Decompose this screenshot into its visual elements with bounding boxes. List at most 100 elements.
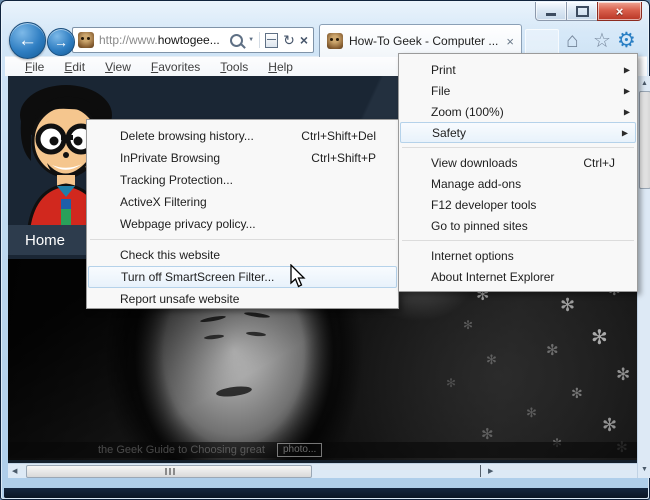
submenu-arrow-icon: ▶ — [621, 128, 628, 137]
compatibility-view-icon[interactable] — [265, 32, 279, 48]
menu-item-check-this-website[interactable]: Check this website — [87, 244, 398, 266]
mouse-cursor — [290, 264, 306, 288]
menu-item-zoom[interactable]: Zoom (100%) ▶ — [399, 101, 637, 122]
menu-item-webpage-privacy-policy[interactable]: Webpage privacy policy... — [87, 213, 398, 235]
submenu-arrow-icon: ▶ — [623, 86, 630, 95]
submenu-arrow-icon: ▶ — [623, 65, 630, 74]
url-prefix: http://www. — [99, 33, 158, 47]
url-text[interactable]: http://www.howtogee... — [99, 33, 220, 47]
bokeh-flower-icon: ✻ — [560, 295, 576, 316]
menubar-view[interactable]: View — [95, 58, 141, 76]
photo-caption-bar: the Geek Guide to Choosing great photo..… — [8, 442, 638, 458]
menu-item-view-downloads[interactable]: View downloads Ctrl+J — [399, 152, 637, 173]
back-arrow-icon: ← — [18, 29, 37, 51]
menu-item-label: Internet options — [431, 248, 514, 263]
menu-item-turn-off-smartscreen-filter[interactable]: Turn off SmartScreen Filter... — [88, 266, 397, 288]
address-bar-controls: ▼ ↻ × — [230, 32, 308, 48]
menu-item-safety[interactable]: Safety ▶ — [400, 122, 636, 143]
tab-favicon — [327, 33, 343, 49]
horizontal-scroll-thumb[interactable] — [26, 465, 312, 478]
window-controls: × — [535, 2, 642, 21]
menubar-edit[interactable]: Edit — [54, 58, 95, 76]
scroll-down-icon[interactable]: ▼ — [641, 466, 648, 473]
menu-item-label: Tracking Protection... — [120, 173, 233, 187]
menu-shortcut: Ctrl+J — [583, 155, 615, 170]
menu-item-tracking-protection[interactable]: Tracking Protection... — [87, 169, 398, 191]
window-bottom-frame — [4, 488, 648, 498]
submenu-arrow-icon: ▶ — [623, 107, 630, 116]
scroll-right-icon[interactable]: ▶ — [488, 468, 493, 475]
menu-item-label: Webpage privacy policy... — [120, 217, 256, 231]
new-tab-button[interactable] — [525, 29, 559, 55]
menubar-favorites[interactable]: Favorites — [141, 58, 210, 76]
photo-detail — [245, 331, 267, 337]
menu-item-internet-options[interactable]: Internet options — [399, 245, 637, 266]
menu-item-label: Check this website — [120, 248, 221, 262]
maximize-icon — [575, 5, 589, 17]
bokeh-flower-icon: ✻ — [602, 415, 618, 436]
vertical-scroll-thumb[interactable] — [639, 91, 650, 189]
photo-caption: the Geek Guide to Choosing great — [98, 444, 265, 456]
tools-gear-icon[interactable]: ⚙ — [617, 30, 636, 51]
menu-item-file[interactable]: File ▶ — [399, 80, 637, 101]
menu-item-label: Delete browsing history... — [120, 129, 254, 143]
menu-item-label: Turn off SmartScreen Filter... — [121, 270, 275, 284]
menu-item-go-to-pinned-sites[interactable]: Go to pinned sites — [399, 215, 637, 236]
search-dropdown-icon[interactable]: ▼ — [248, 37, 254, 43]
menubar-tools[interactable]: Tools — [210, 58, 258, 76]
menu-shortcut: Ctrl+Shift+Del — [301, 129, 376, 143]
menu-item-label: Go to pinned sites — [431, 218, 528, 233]
menu-item-label: Safety — [432, 125, 467, 140]
photo-detail — [243, 311, 271, 319]
menu-item-manage-addons[interactable]: Manage add-ons — [399, 173, 637, 194]
menu-separator — [402, 240, 634, 241]
menu-item-inprivate-browsing[interactable]: InPrivate Browsing Ctrl+Shift+P — [87, 147, 398, 169]
refresh-icon[interactable]: ↻ — [283, 33, 295, 47]
stop-icon[interactable]: × — [300, 33, 308, 47]
menu-item-about-internet-explorer[interactable]: About Internet Explorer — [399, 266, 637, 287]
safety-submenu: Delete browsing history... Ctrl+Shift+De… — [86, 119, 399, 309]
menu-item-label: File — [431, 83, 451, 98]
menu-item-delete-browsing-history[interactable]: Delete browsing history... Ctrl+Shift+De… — [87, 125, 398, 147]
site-nav-home-link[interactable]: Home — [25, 232, 65, 249]
menu-item-label: View downloads — [431, 155, 518, 170]
divider — [480, 465, 481, 477]
close-window-button[interactable]: × — [597, 2, 642, 21]
scroll-up-icon[interactable]: ▲ — [641, 80, 648, 87]
menu-item-activex-filtering[interactable]: ActiveX Filtering — [87, 191, 398, 213]
minimize-button[interactable] — [535, 2, 567, 21]
bokeh-flower-icon: ✻ — [463, 318, 474, 332]
scroll-left-icon[interactable]: ◀ — [12, 468, 17, 475]
bokeh-flower-icon: ✻ — [486, 353, 497, 368]
search-icon[interactable] — [230, 33, 244, 47]
url-domain: howtogee... — [157, 33, 220, 47]
bokeh-flower-icon: ✻ — [446, 376, 457, 390]
menubar-file[interactable]: File — [15, 58, 54, 76]
scroll-grip — [169, 468, 171, 475]
horizontal-scrollbar[interactable]: ◀ ▶ — [8, 463, 637, 478]
menu-item-label: Print — [431, 62, 456, 77]
tools-menu: Print ▶ File ▶ Zoom (100%) ▶ Safety ▶ Vi… — [398, 53, 638, 292]
home-icon[interactable]: ⌂ — [566, 30, 579, 51]
back-button[interactable]: ← — [9, 22, 46, 59]
menu-item-label: F12 developer tools — [431, 197, 537, 212]
menu-item-label: Report unsafe website — [120, 292, 240, 306]
menu-separator — [402, 147, 634, 148]
menu-item-f12-developer-tools[interactable]: F12 developer tools — [399, 194, 637, 215]
menu-item-label: InPrivate Browsing — [120, 151, 221, 165]
photo-detail — [215, 384, 253, 399]
menu-item-print[interactable]: Print ▶ — [399, 59, 637, 80]
divider — [259, 32, 261, 48]
address-bar[interactable]: http://www.howtogee... ▼ ↻ × — [72, 27, 314, 53]
bokeh-flower-icon: ✻ — [571, 386, 583, 402]
vertical-scrollbar[interactable]: ▲ ▼ — [637, 76, 650, 478]
menu-item-report-unsafe-website[interactable]: Report unsafe website — [87, 288, 398, 310]
minimize-icon — [546, 13, 556, 16]
forward-button[interactable]: → — [47, 28, 75, 56]
favorites-star-icon[interactable]: ☆ — [593, 31, 611, 51]
site-favicon — [78, 32, 94, 48]
maximize-button[interactable] — [567, 2, 597, 21]
menubar-help[interactable]: Help — [258, 58, 303, 76]
tab-close-icon[interactable]: × — [506, 34, 514, 49]
browser-window: × ← → http://www.howtogee... ▼ ↻ × How-T… — [0, 0, 650, 500]
